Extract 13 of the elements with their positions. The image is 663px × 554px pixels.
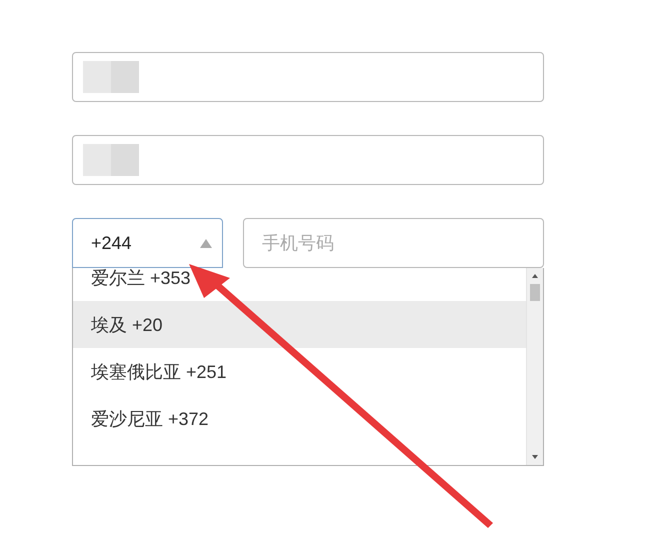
text-field[interactable] [72,52,544,102]
scroll-thumb[interactable] [530,284,540,301]
text-field[interactable] [72,135,544,185]
dropdown-option[interactable]: 爱沙尼亚 +372 [73,395,526,442]
phone-field[interactable]: 手机号码 [243,218,544,268]
dropdown-option[interactable]: 埃及 +20 [73,301,526,348]
dropdown-option[interactable]: 爱尔兰 +353 [73,268,526,301]
scroll-up-icon[interactable] [531,272,539,280]
country-code-select[interactable]: +244 [72,218,223,268]
caret-icon [200,238,212,248]
scroll-down-icon[interactable] [531,453,539,461]
dropdown-option[interactable]: 埃塞俄比亚 +251 [73,348,526,395]
scrollbar[interactable] [526,268,543,465]
